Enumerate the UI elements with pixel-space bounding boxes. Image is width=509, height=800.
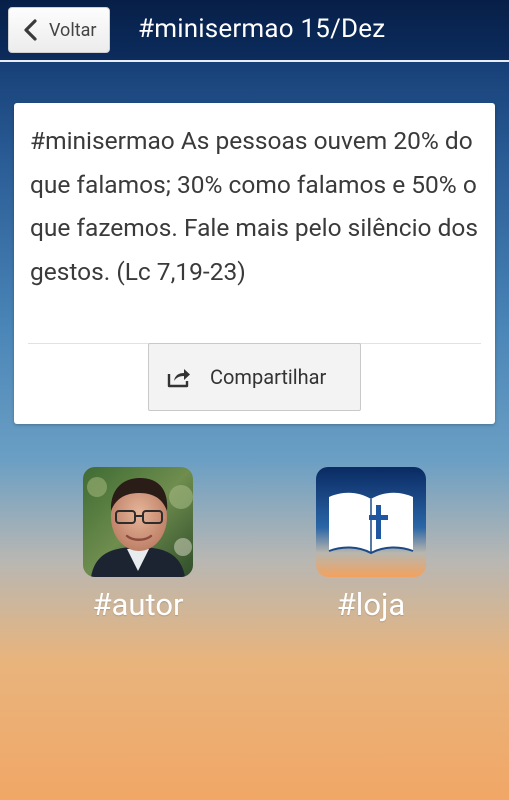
share-button[interactable]: Compartilhar	[148, 343, 361, 411]
author-photo	[83, 467, 193, 577]
share-button-label: Compartilhar	[210, 365, 327, 389]
author-label: #autor	[92, 586, 184, 623]
store-label: #loja	[336, 586, 406, 623]
share-icon	[167, 369, 190, 388]
page-title: #minisermao 15/Dez	[138, 14, 386, 44]
chevron-left-icon	[24, 19, 37, 41]
top-app-bar: Voltar #minisermao 15/Dez	[0, 0, 509, 62]
back-button[interactable]: Voltar	[8, 7, 110, 53]
back-button-label: Voltar	[49, 19, 97, 41]
author-tile[interactable]: #autor	[83, 467, 193, 623]
bible-book-icon	[316, 467, 426, 577]
sermon-text: #minisermao As pessoas ouvem 20% do que …	[30, 126, 479, 286]
sermon-card: #minisermao As pessoas ouvem 20% do que …	[14, 103, 495, 424]
store-tile[interactable]: #loja	[316, 467, 426, 623]
